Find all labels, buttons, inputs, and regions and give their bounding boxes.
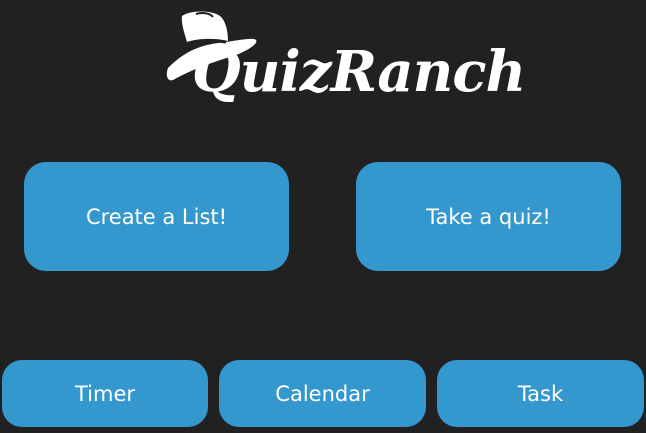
calendar-button[interactable]: Calendar [219,360,426,427]
timer-label: Timer [74,381,136,406]
calendar-label: Calendar [275,381,370,406]
task-label: Task [517,381,564,406]
task-button[interactable]: Task [437,360,644,427]
quiz-ranch-app: QuizRanch Create a List! Take a quiz! Ti… [0,0,646,433]
logo-text: QuizRanch [192,39,526,105]
timer-button[interactable]: Timer [2,360,208,427]
create-list-button[interactable]: Create a List! [24,162,289,271]
take-quiz-label: Take a quiz! [426,204,551,229]
app-logo: QuizRanch [160,8,526,120]
create-list-label: Create a List! [85,204,228,229]
take-quiz-button[interactable]: Take a quiz! [356,162,621,271]
